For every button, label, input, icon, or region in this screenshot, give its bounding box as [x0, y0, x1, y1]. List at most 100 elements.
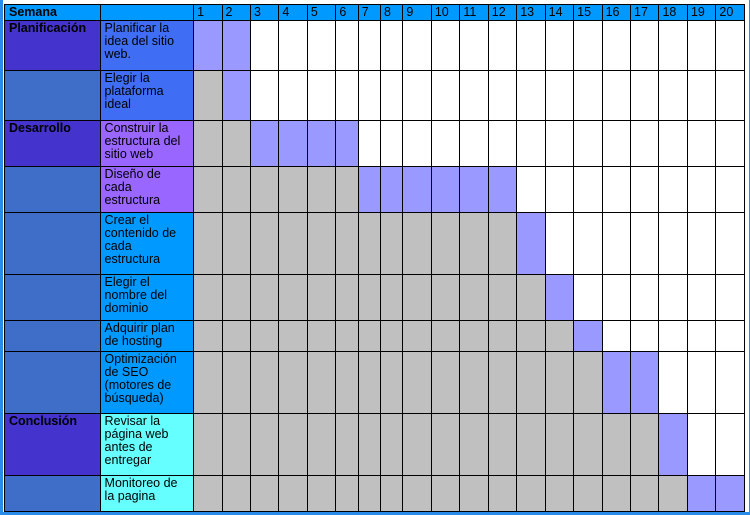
task-row: Planificación Planificar la idea del siti…	[4, 20, 745, 71]
week-header-5: 5	[306, 4, 337, 21]
week-cell-past	[380, 274, 404, 321]
week-cell-past	[430, 212, 461, 275]
week-cell-empty	[715, 413, 745, 476]
week-cell-empty	[715, 274, 745, 321]
week-cell-empty	[516, 20, 546, 71]
week-cell-past	[459, 351, 489, 414]
task-row: Adquirir plan de hosting	[4, 320, 745, 352]
week-cell-empty	[380, 120, 404, 167]
week-cell-active	[306, 120, 337, 167]
week-header-11: 11	[459, 4, 489, 21]
week-header-18: 18	[658, 4, 688, 21]
task-label: Planificar la idea del sitio web.	[99, 20, 195, 71]
week-cell-past	[193, 475, 223, 512]
week-cell-past	[487, 212, 518, 275]
week-cell-empty	[544, 212, 575, 275]
week-header-12: 12	[487, 4, 518, 21]
week-cell-empty	[658, 166, 688, 213]
week-cell-empty	[573, 212, 603, 275]
week-cell-past	[487, 320, 518, 352]
week-cell-past	[658, 475, 688, 512]
week-cell-empty	[601, 320, 632, 352]
week-header-16: 16	[601, 4, 632, 21]
week-cell-empty	[715, 120, 745, 167]
week-cell-past	[487, 413, 518, 476]
task-row: Conclusión Revisar la página web antes de…	[4, 413, 745, 476]
week-cell-empty	[459, 120, 489, 167]
week-cell-empty	[544, 20, 575, 71]
week-cell-past	[487, 274, 518, 321]
week-cell-past	[357, 212, 382, 275]
week-cell-active	[357, 166, 382, 213]
week-cell-empty	[487, 70, 518, 121]
week-cell-past	[221, 166, 251, 213]
week-cell-empty	[630, 70, 660, 121]
week-cell-empty	[715, 212, 745, 275]
week-cell-active	[221, 70, 251, 121]
week-header-label: Semana	[4, 4, 101, 21]
week-cell-empty	[573, 166, 603, 213]
week-cell-empty	[630, 20, 660, 71]
week-cell-past	[278, 351, 308, 414]
week-cell-empty	[573, 70, 603, 121]
week-cell-past	[516, 320, 546, 352]
week-cell-empty	[380, 20, 404, 71]
week-cell-empty	[278, 70, 308, 121]
week-cell-empty	[715, 166, 745, 213]
week-cell-empty	[516, 120, 546, 167]
task-row: Elegir el nombre del dominio	[4, 274, 745, 321]
week-cell-past	[306, 475, 337, 512]
week-cell-past	[335, 351, 359, 414]
week-cell-active	[459, 166, 489, 213]
week-cell-empty	[601, 20, 632, 71]
week-cell-past	[430, 320, 461, 352]
week-cell-past	[306, 212, 337, 275]
task-label: Diseño de cada estructura	[99, 166, 195, 213]
week-cell-past	[380, 320, 404, 352]
week-cell-empty	[249, 20, 280, 71]
week-cell-empty	[630, 320, 660, 352]
task-row: Crear el contenido de cada estructura	[4, 212, 745, 275]
gantt-body: Planificación Planificar la idea del siti…	[4, 20, 745, 512]
week-cell-past	[249, 274, 280, 321]
week-cell-active	[335, 120, 359, 167]
week-cell-empty	[686, 70, 717, 121]
week-cell-active	[630, 351, 660, 414]
week-cell-empty	[630, 274, 660, 321]
phase-label: Planificación	[4, 20, 101, 71]
week-cell-empty	[544, 120, 575, 167]
week-cell-empty	[487, 120, 518, 167]
week-cell-empty	[357, 70, 382, 121]
task-label: Adquirir plan de hosting	[99, 320, 195, 352]
week-cell-empty	[516, 70, 546, 121]
week-cell-past	[335, 212, 359, 275]
week-header-2: 2	[221, 4, 251, 21]
week-cell-past	[573, 351, 603, 414]
week-cell-empty	[487, 20, 518, 71]
week-cell-past	[335, 166, 359, 213]
week-cell-empty	[630, 120, 660, 167]
week-cell-empty	[715, 70, 745, 121]
week-cell-active	[278, 120, 308, 167]
week-cell-empty	[686, 274, 717, 321]
week-cell-empty	[249, 70, 280, 121]
week-cell-active	[430, 166, 461, 213]
week-cell-past	[380, 413, 404, 476]
week-cell-empty	[686, 212, 717, 275]
phase-cell-empty	[4, 274, 101, 321]
week-cell-active	[249, 120, 280, 167]
week-cell-past	[402, 320, 432, 352]
week-cell-empty	[544, 166, 575, 213]
week-cell-empty	[686, 413, 717, 476]
week-cell-past	[459, 413, 489, 476]
week-cell-past	[430, 475, 461, 512]
task-row: Diseño de cada estructura	[4, 166, 745, 213]
week-cell-active	[658, 413, 688, 476]
week-cell-past	[306, 166, 337, 213]
week-cell-empty	[686, 20, 717, 71]
week-cell-past	[193, 274, 223, 321]
task-row: Elegir la plataforma ideal	[4, 70, 745, 121]
week-cell-past	[459, 274, 489, 321]
week-cell-empty	[516, 166, 546, 213]
week-cell-past	[221, 320, 251, 352]
